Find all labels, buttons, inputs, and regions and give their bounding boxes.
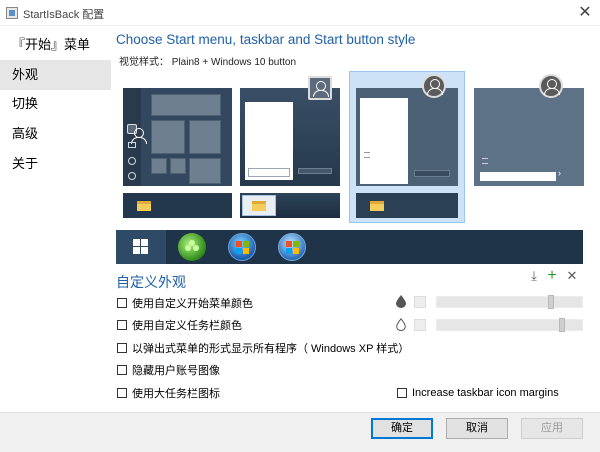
- sidebar: 『开始』菜单 外观 切换 高级 关于: [0, 27, 111, 412]
- close-icon[interactable]: ✕: [565, 268, 579, 284]
- option-hide-user-picture[interactable]: 隐藏用户账号图像: [117, 363, 220, 377]
- start-button-clover-orb[interactable]: [178, 233, 206, 261]
- option-label: 隐藏用户账号图像: [132, 365, 220, 377]
- sidebar-item-start-menu[interactable]: 『开始』菜单: [0, 30, 111, 60]
- option-label: Increase taskbar icon margins: [412, 387, 559, 399]
- page-heading: Choose Start menu, taskbar and Start but…: [116, 32, 416, 47]
- cancel-button[interactable]: 取消: [446, 418, 508, 439]
- start-button-vista-orb[interactable]: [278, 233, 306, 261]
- start-button-strip: [116, 230, 583, 264]
- opacity-drop-icon: [396, 295, 406, 308]
- ok-button[interactable]: 确定: [371, 418, 433, 439]
- option-custom-taskbar-color[interactable]: 使用自定义任务栏颜色: [117, 318, 242, 332]
- option-increase-taskbar-icon-margins[interactable]: Increase taskbar icon margins: [397, 386, 559, 400]
- option-label: 使用自定义任务栏颜色: [132, 320, 242, 332]
- plus-icon[interactable]: +: [545, 268, 559, 284]
- sidebar-item-advanced[interactable]: 高级: [0, 119, 111, 149]
- custom-appearance-title: 自定义外观: [116, 274, 186, 290]
- checkbox[interactable]: [117, 343, 127, 353]
- option-label: 使用大任务栏图标: [132, 388, 220, 400]
- sidebar-item-switching[interactable]: 切换: [0, 89, 111, 119]
- clover-icon: [185, 240, 199, 254]
- option-label: 以弹出式菜单的形式显示所有程序（ Windows XP 样式）: [132, 343, 410, 355]
- close-button[interactable]: ✕: [570, 0, 600, 26]
- download-icon[interactable]: ⤓: [527, 268, 541, 284]
- option-popup-all-programs[interactable]: 以弹出式菜单的形式显示所有程序（ Windows XP 样式）: [117, 341, 409, 355]
- style-thumbnail-1[interactable]: [123, 88, 232, 186]
- color-swatch[interactable]: [414, 296, 426, 308]
- color-swatch[interactable]: [414, 319, 426, 331]
- windows-flag-icon: [286, 241, 300, 255]
- user-avatar-icon: [308, 76, 332, 100]
- folder-icon: [252, 201, 266, 211]
- slider-thumb[interactable]: [548, 295, 554, 309]
- user-icon: [127, 124, 147, 144]
- taskbar-preview-2[interactable]: [240, 193, 340, 218]
- checkbox[interactable]: [117, 365, 127, 375]
- sidebar-item-about[interactable]: 关于: [0, 149, 111, 179]
- taskbar-preview-3[interactable]: [356, 193, 458, 218]
- checkbox[interactable]: [397, 388, 407, 398]
- checkbox[interactable]: [117, 388, 127, 398]
- title-bar: StartIsBack 配置 ✕: [0, 0, 600, 26]
- start-button-windows10[interactable]: [116, 230, 166, 264]
- style-thumbnail-2[interactable]: [240, 88, 340, 186]
- slider-thumb[interactable]: [559, 318, 565, 332]
- user-avatar-icon: [539, 74, 563, 98]
- style-thumbnail-3[interactable]: [356, 88, 458, 186]
- start-button-windows7-orb[interactable]: [228, 233, 256, 261]
- windows-flag-icon: [236, 241, 250, 255]
- sidebar-item-appearance[interactable]: 外观: [0, 60, 111, 90]
- checkbox[interactable]: [117, 320, 127, 330]
- button-bar: [0, 412, 600, 452]
- user-avatar-icon: [422, 74, 446, 98]
- taskbar-preview-1[interactable]: [123, 193, 232, 218]
- app-icon: [6, 7, 18, 19]
- option-large-taskbar-icons[interactable]: 使用大任务栏图标: [117, 386, 220, 400]
- option-custom-start-menu-color[interactable]: 使用自定义开始菜单颜色: [117, 296, 253, 310]
- option-label: 使用自定义开始菜单颜色: [132, 298, 253, 310]
- apply-button[interactable]: 应用: [521, 418, 583, 439]
- window-title: StartIsBack 配置: [23, 9, 105, 21]
- checkbox[interactable]: [117, 298, 127, 308]
- folder-icon: [137, 201, 151, 211]
- style-thumbnail-4[interactable]: ›: [474, 88, 584, 186]
- visual-style-label: 视觉样式： Plain8 + Windows 10 button: [119, 57, 297, 68]
- transparency-drop-icon: [396, 318, 406, 331]
- taskbar-transparency-slider[interactable]: [436, 318, 583, 332]
- start-menu-transparency-slider[interactable]: [436, 295, 583, 309]
- windows-logo-icon: [133, 239, 149, 255]
- folder-icon: [370, 201, 384, 211]
